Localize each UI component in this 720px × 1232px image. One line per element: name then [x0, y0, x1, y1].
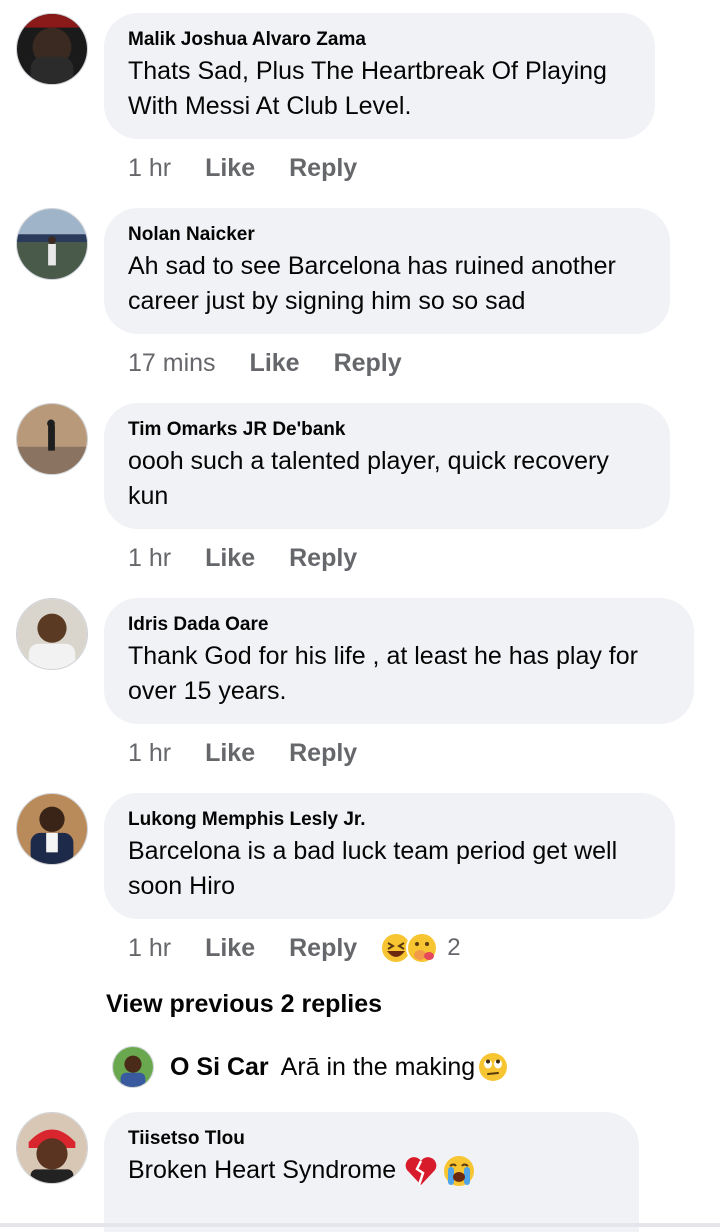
like-button[interactable]: Like	[250, 349, 300, 378]
like-button[interactable]: Like	[205, 544, 255, 573]
comment-text-line: oooh such a talented player, quick recov…	[128, 447, 609, 475]
reply-text: Arā in the making	[280, 1052, 476, 1081]
avatar[interactable]	[16, 598, 88, 670]
like-button[interactable]: Like	[205, 154, 255, 183]
reply-button[interactable]: Reply	[334, 349, 402, 378]
timestamp[interactable]: 1 hr	[128, 544, 171, 573]
view-previous-replies-link[interactable]: View previous 2 replies	[106, 990, 382, 1019]
comment-author[interactable]: Tiisetso Tlou	[128, 1127, 615, 1151]
broken-heart-icon	[405, 1156, 437, 1185]
comment-text-line: Ah sad to see Barcelona has ruined anoth…	[128, 252, 616, 280]
laughing-emoji-icon	[380, 932, 439, 964]
comment-actions: 1 hr Like Reply	[128, 735, 357, 771]
timestamp[interactable]: 1 hr	[128, 154, 171, 183]
comment-author[interactable]: Malik Joshua Alvaro Zama	[128, 28, 631, 52]
reply-author[interactable]: O Si Car	[170, 1053, 269, 1082]
reaction-summary[interactable]: 2	[379, 931, 461, 965]
timestamp[interactable]: 17 mins	[128, 349, 216, 378]
comment-text: Broken Heart Syndrome	[128, 1153, 615, 1188]
comment-text-line: Thats Sad, Plus The Heartbreak Of Playin…	[128, 57, 607, 85]
comment-text-line: soon Hiro	[128, 872, 235, 900]
comment-text-line: Barcelona is a bad luck team period get …	[128, 837, 618, 865]
timestamp[interactable]: 1 hr	[128, 934, 171, 963]
reply-button[interactable]: Reply	[289, 154, 357, 183]
comment-text-line: over 15 years.	[128, 677, 287, 705]
comment-bubble: Idris Dada Oare Thank God for his life ,…	[104, 598, 694, 724]
comment-author[interactable]: Tim Omarks JR De'bank	[128, 418, 646, 442]
comment-actions: 17 mins Like Reply	[128, 345, 402, 381]
reply-button[interactable]: Reply	[289, 739, 357, 768]
loudly-crying-face-icon	[444, 1155, 475, 1186]
comment-bubble: Lukong Memphis Lesly Jr. Barcelona is a …	[104, 793, 675, 919]
divider	[0, 1223, 720, 1227]
reply-button[interactable]: Reply	[289, 934, 357, 963]
avatar[interactable]	[16, 208, 88, 280]
comment-bubble: Malik Joshua Alvaro Zama Thats Sad, Plus…	[104, 13, 655, 139]
comment-text-line: With Messi At Club Level.	[128, 92, 412, 120]
avatar[interactable]	[112, 1046, 154, 1088]
comment-actions: 1 hr Like Reply 2	[128, 930, 461, 966]
nested-reply: O Si Car Arā in the making	[112, 1046, 509, 1088]
like-button[interactable]: Like	[205, 934, 255, 963]
like-button[interactable]: Like	[205, 739, 255, 768]
comment-text-line: kun	[128, 482, 169, 510]
comment-author[interactable]: Idris Dada Oare	[128, 613, 670, 637]
avatar[interactable]	[16, 793, 88, 865]
comment-text-line: Broken Heart Syndrome	[128, 1156, 397, 1184]
comment-bubble: Tim Omarks JR De'bank oooh such a talent…	[104, 403, 670, 529]
comment-bubble: Nolan Naicker Ah sad to see Barcelona ha…	[104, 208, 670, 334]
comment-actions: 1 hr Like Reply	[128, 540, 357, 576]
comment-text-line: career just by signing him so so sad	[128, 287, 526, 315]
comment-actions: 1 hr Like Reply	[128, 150, 357, 186]
comment-bubble: Tiisetso Tlou Broken Heart Syndrome	[104, 1112, 639, 1232]
timestamp[interactable]: 1 hr	[128, 739, 171, 768]
comment-text-line: Thank God for his life , at least he has…	[128, 642, 638, 670]
avatar[interactable]	[16, 1112, 88, 1184]
reaction-count: 2	[447, 934, 461, 961]
comment-author[interactable]: Nolan Naicker	[128, 223, 646, 247]
comment-author[interactable]: Lukong Memphis Lesly Jr.	[128, 808, 651, 832]
reply-button[interactable]: Reply	[289, 544, 357, 573]
avatar[interactable]	[16, 13, 88, 85]
avatar[interactable]	[16, 403, 88, 475]
face-with-rolling-eyes-icon	[479, 1053, 508, 1081]
